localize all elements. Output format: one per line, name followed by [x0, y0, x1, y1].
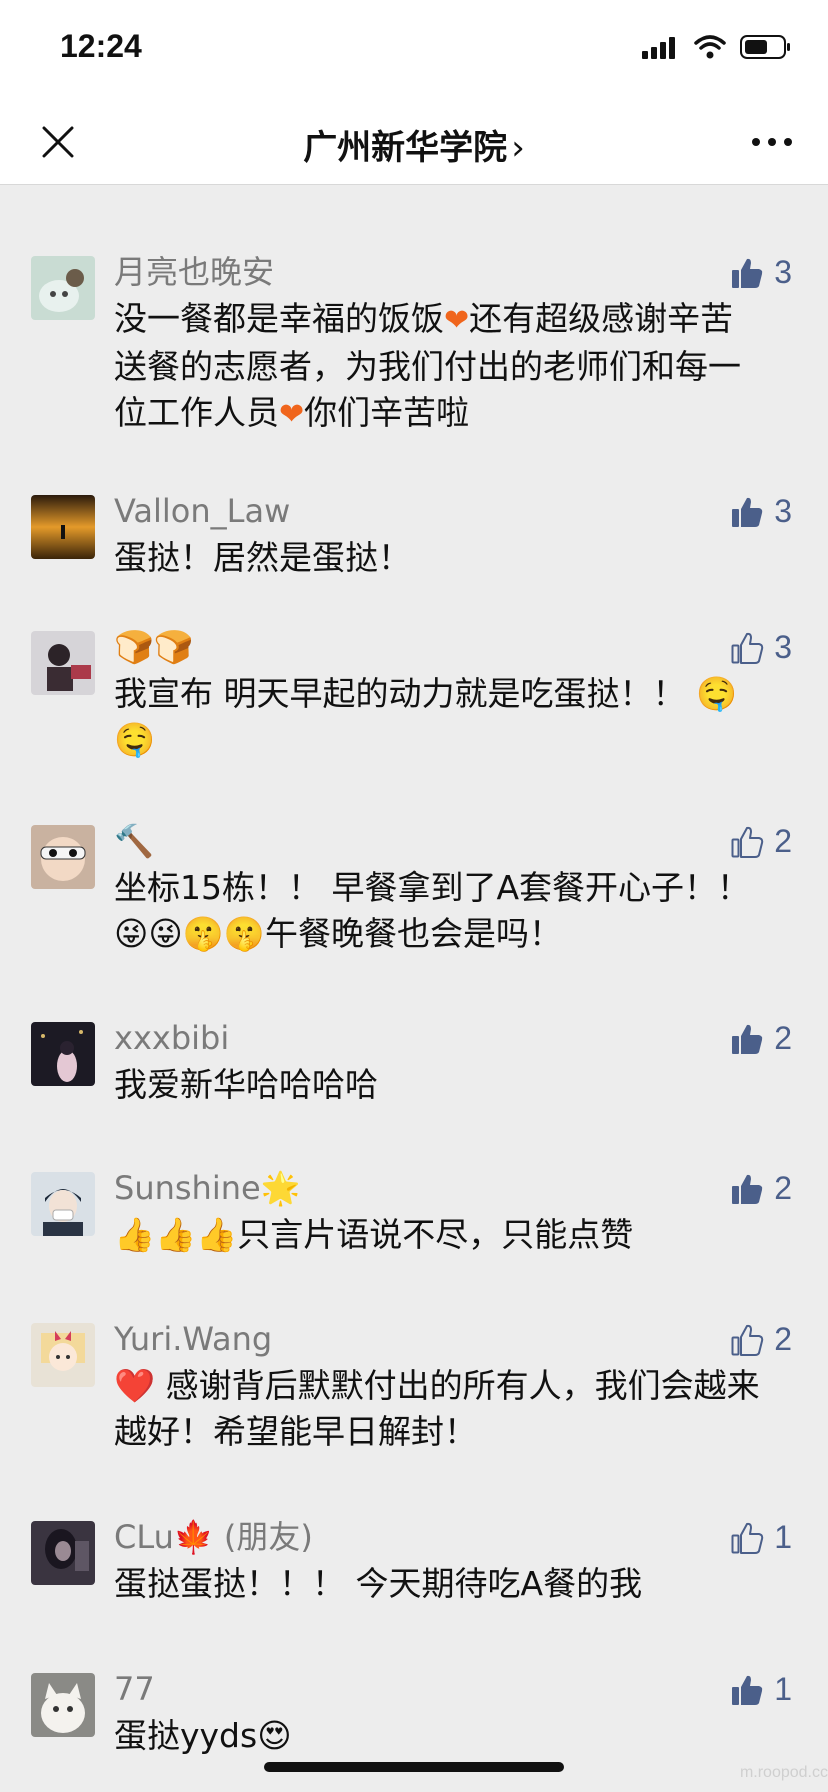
thumbs-up-filled-icon	[732, 497, 763, 527]
like-button[interactable]: 3	[730, 254, 792, 291]
like-count: 3	[774, 493, 792, 529]
comment-text: ❤️ 感谢背后默默付出的所有人，我们会越来越好！希望能早日解封！	[114, 1366, 760, 1451]
like-button[interactable]: 3	[730, 629, 792, 666]
heart-icon: ❤	[279, 397, 305, 432]
thumbs-up-outline-icon	[731, 1324, 764, 1356]
comment-item: 月亮也晚安 没一餐都是幸福的饭饭❤还有超级感谢辛苦送餐的志愿者，为我们付出的老师…	[0, 230, 828, 469]
comment-author[interactable]: 月亮也晚安	[114, 230, 788, 294]
like-button[interactable]: 3	[730, 493, 792, 530]
like-button[interactable]: 1	[730, 1671, 792, 1708]
battery-icon	[740, 35, 790, 59]
chevron-right-icon: ›	[511, 128, 525, 168]
comment-author[interactable]: 77	[114, 1647, 788, 1711]
like-button[interactable]: 1	[730, 1519, 792, 1556]
thumbs-up-outline-icon	[731, 826, 764, 858]
comment-text: 蛋挞！居然是蛋挞！	[114, 538, 411, 577]
thumbs-up-filled-icon	[732, 258, 763, 288]
wifi-icon	[694, 35, 726, 59]
home-indicator[interactable]	[264, 1762, 564, 1772]
page-title-text: 广州新华学院	[303, 128, 508, 168]
heart-icon: ❤	[444, 303, 470, 338]
comment-author[interactable]: Yuri.Wang	[114, 1297, 788, 1361]
status-time: 12:24	[60, 28, 142, 64]
comment-item: 77 蛋挞yyds😍 1	[0, 1647, 828, 1767]
comment-item: CLu🍁 (朋友) 蛋挞蛋挞！！！ 今天期待吃A餐的我 1	[0, 1495, 828, 1647]
avatar[interactable]	[31, 825, 95, 889]
comment-text: 我爱新华哈哈哈哈	[114, 1065, 378, 1104]
avatar[interactable]	[31, 256, 95, 320]
thumbs-up-filled-icon	[732, 1024, 763, 1054]
page-title[interactable]: 广州新华学院 ›	[0, 120, 828, 169]
comment-item: Yuri.Wang ❤️ 感谢背后默默付出的所有人，我们会越来越好！希望能早日解…	[0, 1297, 828, 1495]
status-icons	[642, 34, 792, 60]
thumbs-up-filled-icon	[732, 1174, 763, 1204]
like-button[interactable]: 2	[730, 1321, 792, 1358]
friend-tag: (朋友)	[223, 1518, 313, 1556]
avatar[interactable]	[31, 1323, 95, 1387]
comment-author[interactable]: 🔨	[114, 799, 788, 863]
avatar[interactable]	[31, 1022, 95, 1086]
like-count: 2	[774, 823, 792, 859]
comment-author[interactable]: Sunshine🌟	[114, 1146, 788, 1210]
like-count: 2	[774, 1170, 792, 1206]
avatar[interactable]	[31, 1172, 95, 1236]
more-icon[interactable]	[750, 130, 794, 154]
comment-text: 蛋挞yyds😍	[114, 1716, 292, 1755]
comment-item: 🔨 坐标15栋！！ 早餐拿到了A套餐开心子！！ 😜😜🤫🤫午餐晚餐也会是吗！ 2	[0, 799, 828, 996]
comment-author[interactable]: xxxbibi	[114, 996, 788, 1060]
comment-text: 坐标15栋！！ 早餐拿到了A套餐开心子！！ 😜😜🤫🤫午餐晚餐也会是吗！	[114, 868, 751, 953]
avatar[interactable]	[31, 495, 95, 559]
comment-item: Sunshine🌟 👍👍👍只言片语说不尽，只能点赞 2	[0, 1146, 828, 1297]
comment-author[interactable]: Vallon_Law	[114, 469, 788, 533]
watermark: m.roopod.cc	[739, 1764, 828, 1781]
signal-icon	[642, 37, 675, 59]
thumbs-up-outline-icon	[731, 1522, 764, 1554]
avatar[interactable]	[31, 1521, 95, 1585]
like-count: 1	[774, 1671, 792, 1707]
comment-list: 月亮也晚安 没一餐都是幸福的饭饭❤还有超级感谢辛苦送餐的志愿者，为我们付出的老师…	[0, 230, 828, 1767]
like-count: 2	[774, 1020, 792, 1056]
comment-text: 没一餐都是幸福的饭饭❤还有超级感谢辛苦送餐的志愿者，为我们付出的老师们和每一位工…	[114, 299, 741, 432]
like-button[interactable]: 2	[730, 1020, 792, 1057]
thumbs-up-outline-icon	[731, 632, 764, 664]
like-button[interactable]: 2	[730, 1170, 792, 1207]
comment-author[interactable]: CLu🍁 (朋友)	[114, 1495, 788, 1559]
comment-item: 🍞🍞 我宣布 明天早起的动力就是吃蛋挞！！ 🤤🤤 3	[0, 605, 828, 799]
like-button[interactable]: 2	[730, 823, 792, 860]
thumbs-up-filled-icon	[732, 1675, 763, 1705]
comment-text: 我宣布 明天早起的动力就是吃蛋挞！！ 🤤🤤	[114, 674, 738, 759]
nav-bar: 广州新华学院 ›	[0, 100, 828, 185]
avatar[interactable]	[31, 631, 95, 695]
comment-author[interactable]: 🍞🍞	[114, 605, 788, 669]
like-count: 1	[774, 1519, 792, 1555]
comment-text: 👍👍👍只言片语说不尽，只能点赞	[114, 1215, 634, 1254]
like-count: 3	[774, 254, 792, 290]
status-bar: 12:24	[0, 0, 828, 100]
comment-item: xxxbibi 我爱新华哈哈哈哈 2	[0, 996, 828, 1146]
like-count: 3	[774, 629, 792, 665]
comment-item: Vallon_Law 蛋挞！居然是蛋挞！ 3	[0, 469, 828, 605]
avatar[interactable]	[31, 1673, 95, 1737]
like-count: 2	[774, 1321, 792, 1357]
comment-text: 蛋挞蛋挞！！！ 今天期待吃A餐的我	[114, 1564, 643, 1603]
